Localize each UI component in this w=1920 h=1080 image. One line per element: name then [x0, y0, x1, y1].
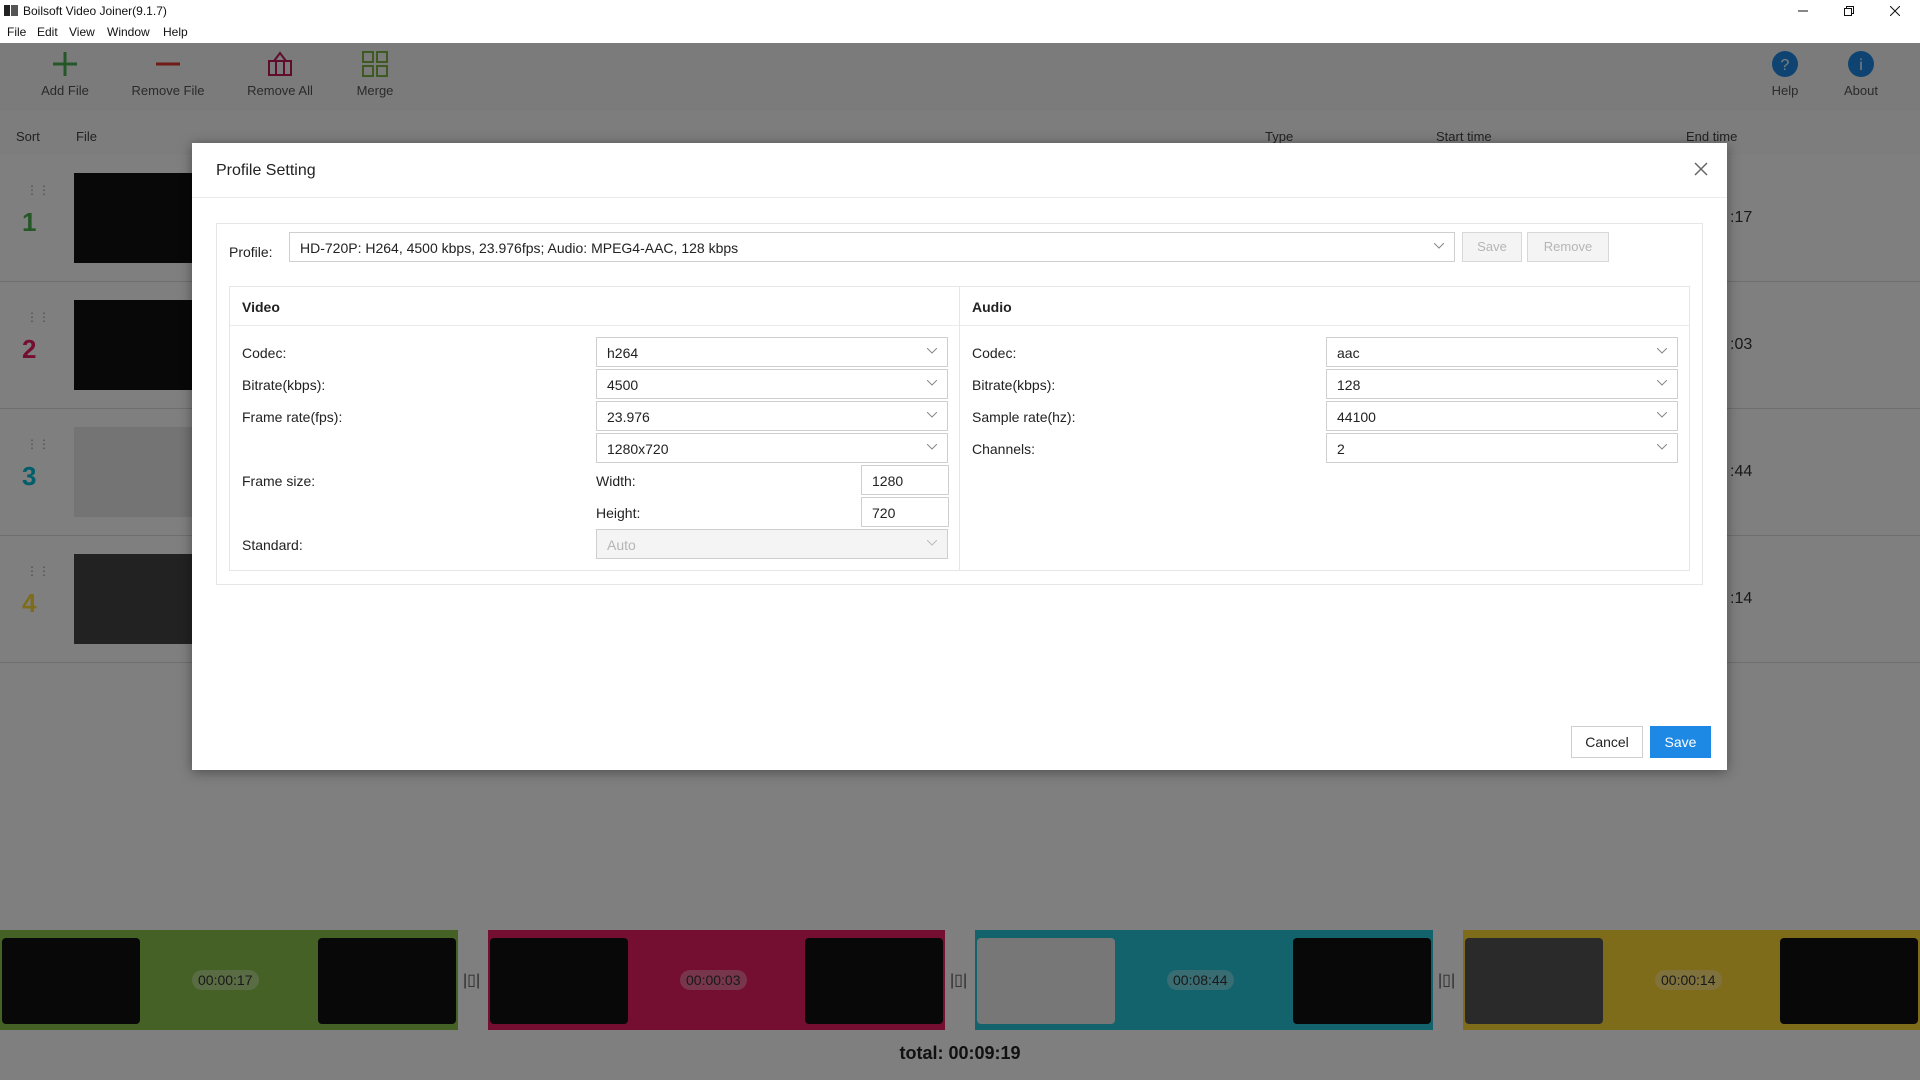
width-value: 1280	[872, 473, 904, 489]
video-bitrate-value: 4500	[607, 377, 639, 393]
sample-rate-label: Sample rate(hz):	[972, 409, 1076, 425]
audio-codec-value: aac	[1337, 345, 1360, 361]
chevron-down-icon	[927, 540, 937, 546]
minimize-button[interactable]	[1780, 0, 1826, 22]
channels-value: 2	[1337, 441, 1345, 457]
dialog-title: Profile Setting	[216, 162, 316, 179]
panel-divider	[960, 325, 1689, 326]
profile-settings-box: Profile: HD-720P: H264, 4500 kbps, 23.97…	[216, 223, 1703, 585]
frame-rate-select[interactable]: 23.976	[596, 401, 948, 431]
standard-value: Auto	[607, 537, 636, 553]
minimize-icon	[1798, 10, 1808, 12]
profile-select[interactable]: HD-720P: H264, 4500 kbps, 23.976fps; Aud…	[289, 232, 1455, 262]
save-profile-button[interactable]: Save	[1462, 232, 1522, 262]
panel-divider	[230, 325, 959, 326]
video-codec-label: Codec:	[242, 345, 287, 361]
height-value: 720	[872, 505, 896, 521]
frame-size-select[interactable]: 1280x720	[596, 433, 948, 463]
close-window-button[interactable]	[1872, 0, 1918, 22]
audio-codec-label: Codec:	[972, 345, 1017, 361]
sample-rate-select[interactable]: 44100	[1326, 401, 1678, 431]
frame-rate-label: Frame rate(fps):	[242, 409, 343, 425]
frame-size-label: Frame size:	[242, 473, 316, 489]
channels-select[interactable]: 2	[1326, 433, 1678, 463]
channels-label: Channels:	[972, 441, 1036, 457]
chevron-down-icon	[1657, 380, 1667, 386]
profile-setting-dialog: Profile Setting Profile: HD-720P: H264, …	[192, 143, 1727, 770]
height-label: Height:	[596, 505, 641, 521]
sample-rate-value: 44100	[1337, 409, 1376, 425]
chevron-down-icon	[927, 348, 937, 354]
menu-help[interactable]: Help	[163, 25, 188, 39]
chevron-down-icon	[927, 444, 937, 450]
chevron-down-icon	[1657, 444, 1667, 450]
video-bitrate-label: Bitrate(kbps):	[242, 377, 326, 393]
menu-bar: File Edit View Window Help	[0, 22, 1920, 43]
title-bar: Boilsoft Video Joiner(9.1.7)	[0, 0, 1920, 22]
standard-select[interactable]: Auto	[596, 529, 948, 559]
frame-size-value: 1280x720	[607, 441, 669, 457]
menu-view[interactable]: View	[69, 25, 95, 39]
chevron-down-icon	[1657, 412, 1667, 418]
app-logo-icon	[4, 5, 18, 16]
profile-label: Profile:	[229, 244, 273, 260]
audio-bitrate-label: Bitrate(kbps):	[972, 377, 1056, 393]
chevron-down-icon	[1434, 243, 1444, 249]
audio-panel-title: Audio	[972, 299, 1012, 315]
remove-profile-button[interactable]: Remove	[1527, 232, 1609, 262]
close-icon[interactable]	[1691, 159, 1711, 179]
video-bitrate-select[interactable]: 4500	[596, 369, 948, 399]
chevron-down-icon	[927, 412, 937, 418]
width-label: Width:	[596, 473, 636, 489]
profile-value: HD-720P: H264, 4500 kbps, 23.976fps; Aud…	[300, 240, 739, 256]
restore-icon	[1844, 6, 1854, 16]
audio-codec-select[interactable]: aac	[1326, 337, 1678, 367]
chevron-down-icon	[927, 380, 937, 386]
video-panel: Video Codec: h264 Bitrate(kbps): 4500 Fr…	[229, 286, 960, 571]
audio-bitrate-select[interactable]: 128	[1326, 369, 1678, 399]
close-icon	[1890, 6, 1900, 16]
window-title: Boilsoft Video Joiner(9.1.7)	[23, 4, 167, 18]
dialog-divider	[192, 197, 1727, 198]
audio-panel: Audio Codec: aac Bitrate(kbps): 128 Samp…	[959, 286, 1690, 571]
width-input[interactable]: 1280	[861, 465, 949, 495]
height-input[interactable]: 720	[861, 497, 949, 527]
video-codec-value: h264	[607, 345, 639, 361]
save-button[interactable]: Save	[1650, 726, 1711, 758]
video-codec-select[interactable]: h264	[596, 337, 948, 367]
frame-rate-value: 23.976	[607, 409, 650, 425]
cancel-button[interactable]: Cancel	[1571, 726, 1643, 758]
video-panel-title: Video	[242, 299, 280, 315]
menu-window[interactable]: Window	[107, 25, 150, 39]
chevron-down-icon	[1657, 348, 1667, 354]
audio-bitrate-value: 128	[1337, 377, 1361, 393]
menu-file[interactable]: File	[7, 25, 26, 39]
menu-edit[interactable]: Edit	[37, 25, 58, 39]
standard-label: Standard:	[242, 537, 303, 553]
restore-button[interactable]	[1826, 0, 1872, 22]
